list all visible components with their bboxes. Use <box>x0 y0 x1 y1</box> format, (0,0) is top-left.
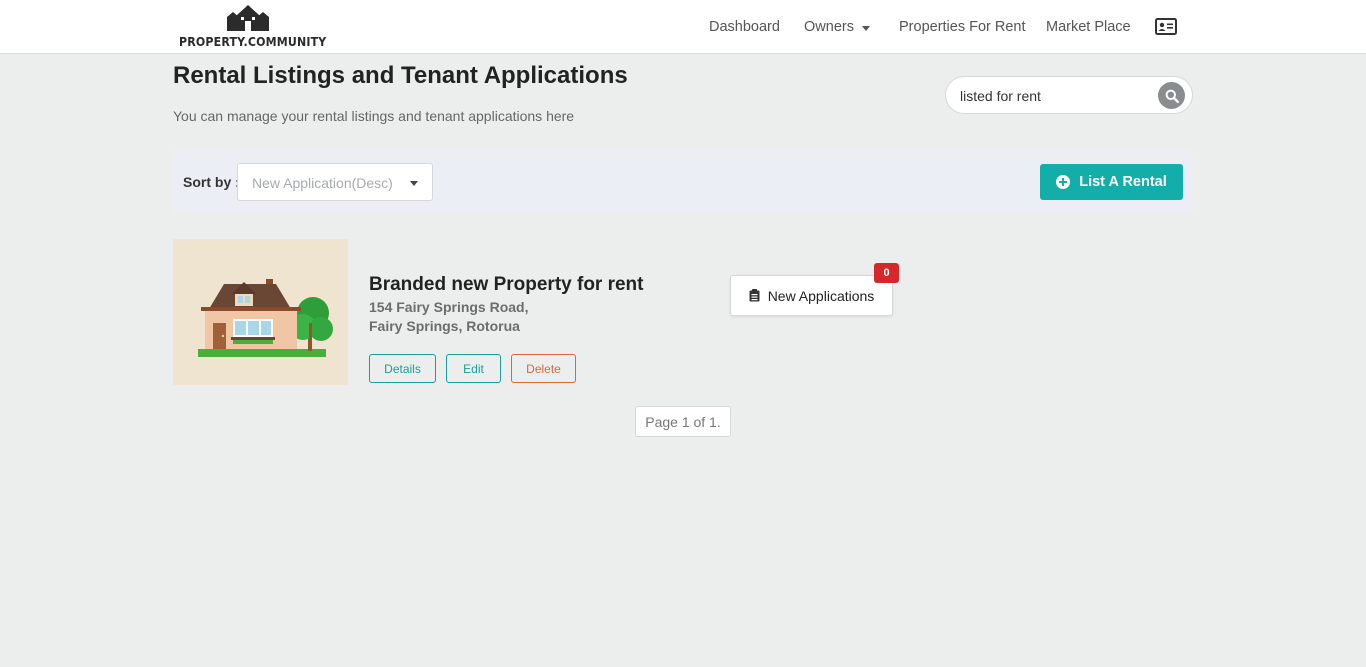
nav-market-place[interactable]: Market Place <box>1046 0 1131 54</box>
id-card-icon[interactable] <box>1155 18 1177 35</box>
site-logo[interactable]: PROPERTY.COMMUNITY <box>179 3 326 49</box>
clipboard-icon <box>749 289 760 302</box>
listing-title[interactable]: Branded new Property for rent <box>369 274 644 296</box>
nav-owners-label: Owners <box>804 19 854 35</box>
listing-address-line-2: Fairy Springs, Rotorua <box>369 318 520 334</box>
applications-count-badge: 0 <box>874 263 899 283</box>
sort-label: Sort by : <box>183 174 240 190</box>
page-subtitle: You can manage your rental listings and … <box>173 108 575 124</box>
chevron-down-icon <box>861 25 870 31</box>
logo-houses-icon <box>227 5 269 31</box>
house-illustration <box>198 279 333 357</box>
delete-button[interactable]: Delete <box>511 354 576 383</box>
search-icon <box>1165 89 1179 103</box>
sort-select[interactable]: New Application(Desc) <box>237 163 433 201</box>
plus-circle-icon <box>1056 175 1071 189</box>
logo-text: PROPERTY.COMMUNITY <box>179 34 327 49</box>
search-field[interactable]: listed for rent <box>945 76 1193 114</box>
chevron-down-icon <box>410 181 418 186</box>
nav-properties-for-rent[interactable]: Properties For Rent <box>899 0 1026 54</box>
nav-dashboard[interactable]: Dashboard <box>709 0 780 54</box>
sort-toolbar: Sort by : New Application(Desc) List A R… <box>173 150 1193 214</box>
top-navbar: PROPERTY.COMMUNITY Dashboard Owners Prop… <box>0 0 1366 54</box>
search-button[interactable] <box>1158 82 1185 109</box>
new-applications-button[interactable]: New Applications <box>730 275 893 316</box>
page-title: Rental Listings and Tenant Applications <box>173 62 628 89</box>
list-a-rental-label: List A Rental <box>1079 174 1167 190</box>
listing-address-line-1: 154 Fairy Springs Road, <box>369 299 529 315</box>
edit-button[interactable]: Edit <box>446 354 501 383</box>
search-input[interactable]: listed for rent <box>960 88 1041 104</box>
new-applications-label: New Applications <box>767 287 875 304</box>
listing-thumbnail[interactable] <box>173 239 348 385</box>
pagination-status: Page 1 of 1. <box>635 406 731 437</box>
nav-owners-dropdown[interactable]: Owners <box>804 0 870 54</box>
details-button[interactable]: Details <box>369 354 436 383</box>
list-a-rental-button[interactable]: List A Rental <box>1040 164 1183 200</box>
sort-selected-value: New Application(Desc) <box>252 175 393 191</box>
